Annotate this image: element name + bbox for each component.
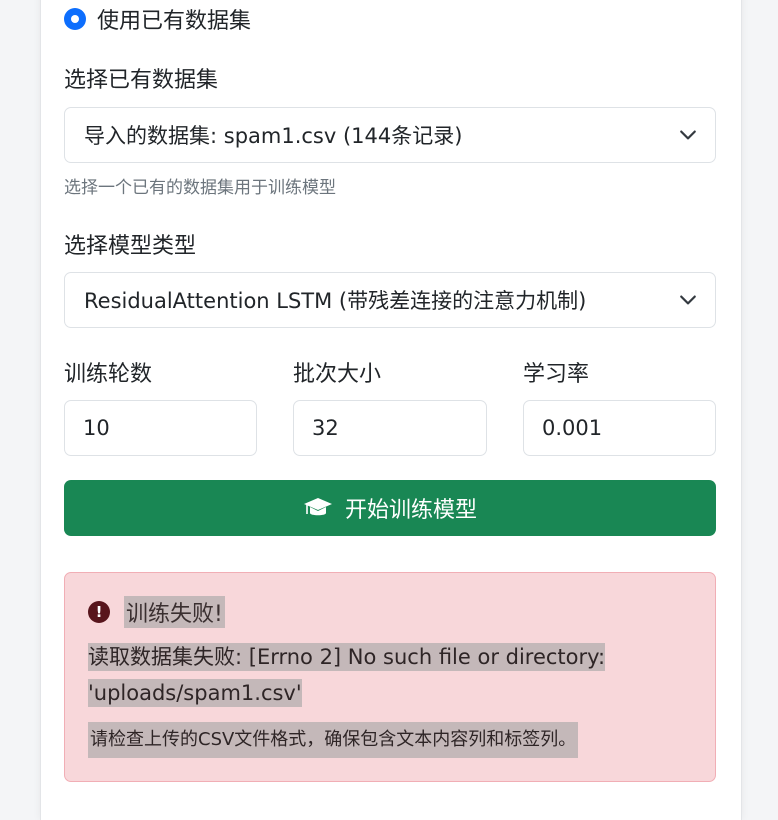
model-select-label: 选择模型类型 xyxy=(64,234,197,259)
use-existing-dataset-radio[interactable] xyxy=(64,8,86,30)
dataset-select-help: 选择一个已有的数据集用于训练模型 xyxy=(64,178,336,198)
use-existing-dataset-radio-row[interactable]: 使用已有数据集 xyxy=(64,4,251,34)
chevron-down-icon xyxy=(680,295,696,305)
batch-size-label: 批次大小 xyxy=(293,362,382,387)
epochs-input[interactable]: 10 xyxy=(64,400,257,456)
dataset-select-label: 选择已有数据集 xyxy=(64,68,219,93)
graduation-cap-icon xyxy=(303,498,332,516)
chevron-down-icon xyxy=(680,130,696,140)
start-training-button[interactable]: 开始训练模型 xyxy=(64,480,716,536)
batch-size-input[interactable]: 32 xyxy=(293,400,487,456)
learning-rate-input[interactable]: 0.001 xyxy=(523,400,716,456)
alert-message-block: 读取数据集失败: [Errno 2] No such file or direc… xyxy=(88,639,688,711)
epochs-label: 训练轮数 xyxy=(64,362,153,387)
start-training-label: 开始训练模型 xyxy=(344,498,477,523)
alert-hint: 请检查上传的CSV文件格式，确保包含文本内容列和标签列。 xyxy=(88,722,579,758)
learning-rate-label: 学习率 xyxy=(523,362,590,387)
dataset-select-value: 导入的数据集: spam1.csv (144条记录) xyxy=(84,124,463,148)
alert-title-row: ! 训练失败! xyxy=(88,596,225,628)
exclamation-circle-icon: ! xyxy=(88,601,110,623)
model-select-value: ResidualAttention LSTM (带残差连接的注意力机制) xyxy=(84,289,587,313)
model-select[interactable]: ResidualAttention LSTM (带残差连接的注意力机制) xyxy=(64,272,716,328)
radio-dot xyxy=(71,15,79,23)
alert-message: 读取数据集失败: [Errno 2] No such file or direc… xyxy=(88,643,606,707)
dataset-select[interactable]: 导入的数据集: spam1.csv (144条记录) xyxy=(64,107,716,163)
alert-title: 训练失败! xyxy=(124,596,225,628)
use-existing-dataset-label[interactable]: 使用已有数据集 xyxy=(97,3,251,35)
